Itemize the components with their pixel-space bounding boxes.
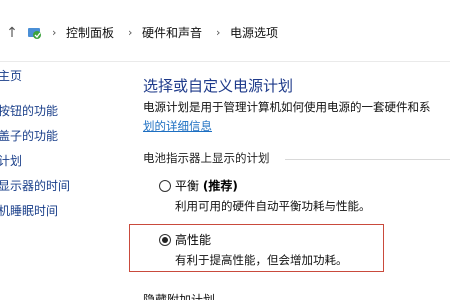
sidebar-item-power-button[interactable]: 按钮的功能 [0, 103, 58, 119]
left-nav-pane: 主页 按钮的功能 盖子的功能 计划 显示器的时间 机睡眠时间 [0, 62, 120, 300]
page-description: 电源计划是用于管理计算机如何使用电源的一套硬件和系 [143, 100, 431, 114]
sidebar-item-sleep[interactable]: 机睡眠时间 [0, 203, 58, 219]
sidebar-item-create-plan[interactable]: 计划 [0, 153, 22, 169]
up-arrow-icon[interactable]: ↑ [4, 24, 20, 42]
control-panel-icon [28, 28, 41, 39]
page-title: 选择或自定义电源计划 [143, 77, 294, 95]
plan-description: 利用可用的硬件自动平衡功耗与性能。 [175, 199, 371, 213]
breadcrumb-power-options[interactable]: 电源选项 [230, 24, 278, 42]
divider [285, 159, 450, 160]
plan-name: 平衡 (推荐) [175, 179, 238, 193]
chevron-right-icon[interactable]: › [52, 25, 56, 41]
sidebar-item-lid[interactable]: 盖子的功能 [0, 128, 58, 144]
radio-button[interactable] [159, 180, 171, 192]
sidebar-item-display-off[interactable]: 显示器的时间 [0, 178, 70, 194]
chevron-right-icon[interactable]: › [216, 25, 220, 41]
section-heading: 电池指示器上显示的计划 [143, 151, 270, 165]
additional-plans-toggle[interactable]: 隐藏附加计划 [143, 292, 215, 300]
address-bar: ↑ › 控制面板 › 硬件和声音 › 电源选项 [0, 0, 450, 62]
breadcrumb-hardware-sound[interactable]: 硬件和声音 [142, 24, 202, 42]
highlight-box [129, 224, 384, 272]
sidebar-item-home[interactable]: 主页 [0, 68, 22, 84]
chevron-right-icon[interactable]: › [128, 25, 132, 41]
breadcrumb-control-panel[interactable]: 控制面板 [66, 24, 114, 42]
details-link[interactable]: 划的详细信息 [143, 118, 212, 134]
